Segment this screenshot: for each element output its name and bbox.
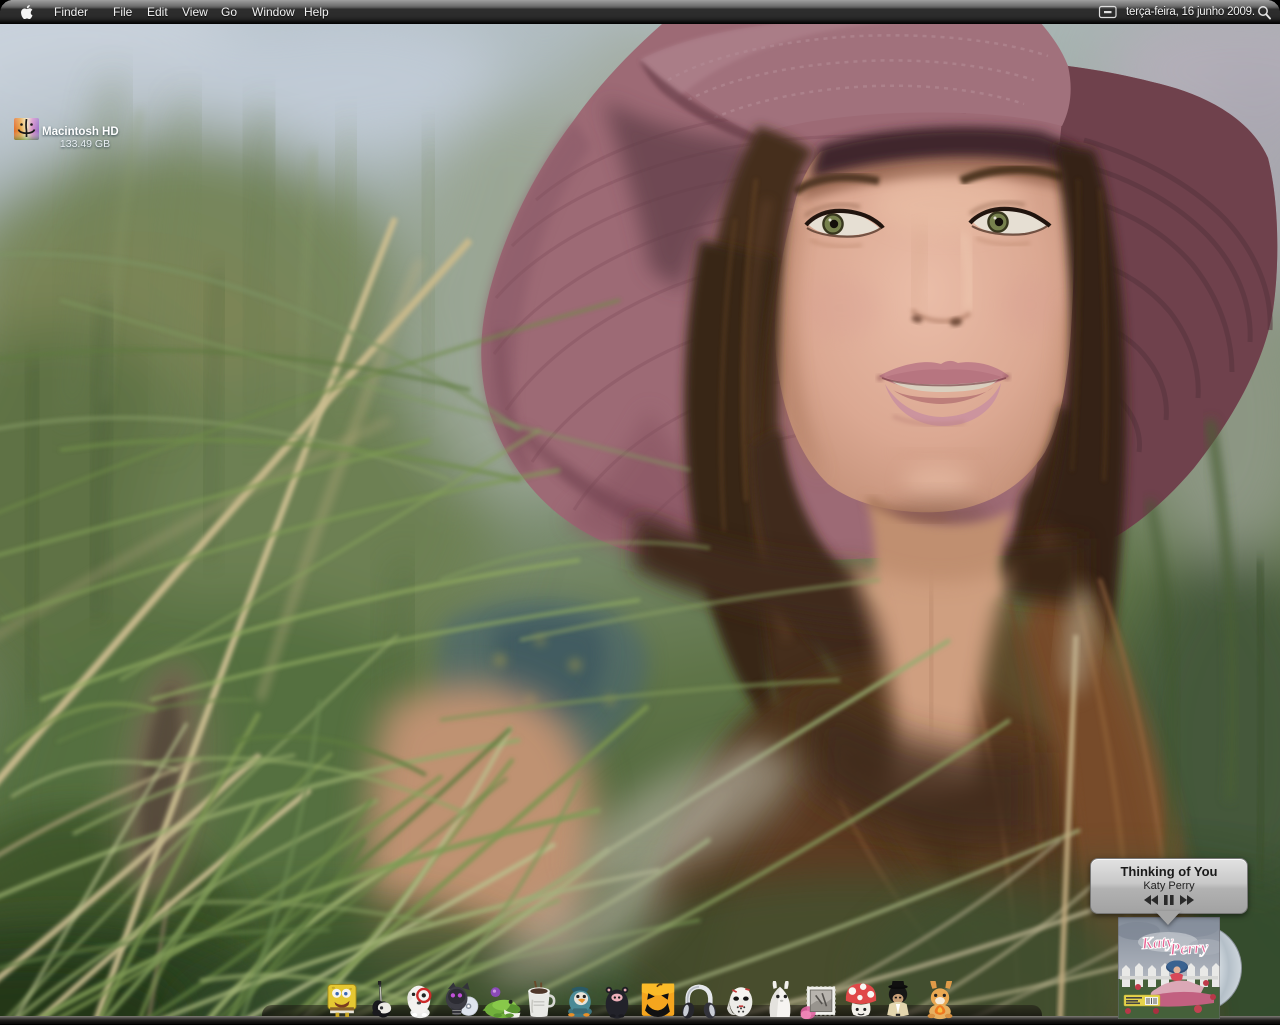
svg-text:Perry: Perry [1168,937,1209,959]
